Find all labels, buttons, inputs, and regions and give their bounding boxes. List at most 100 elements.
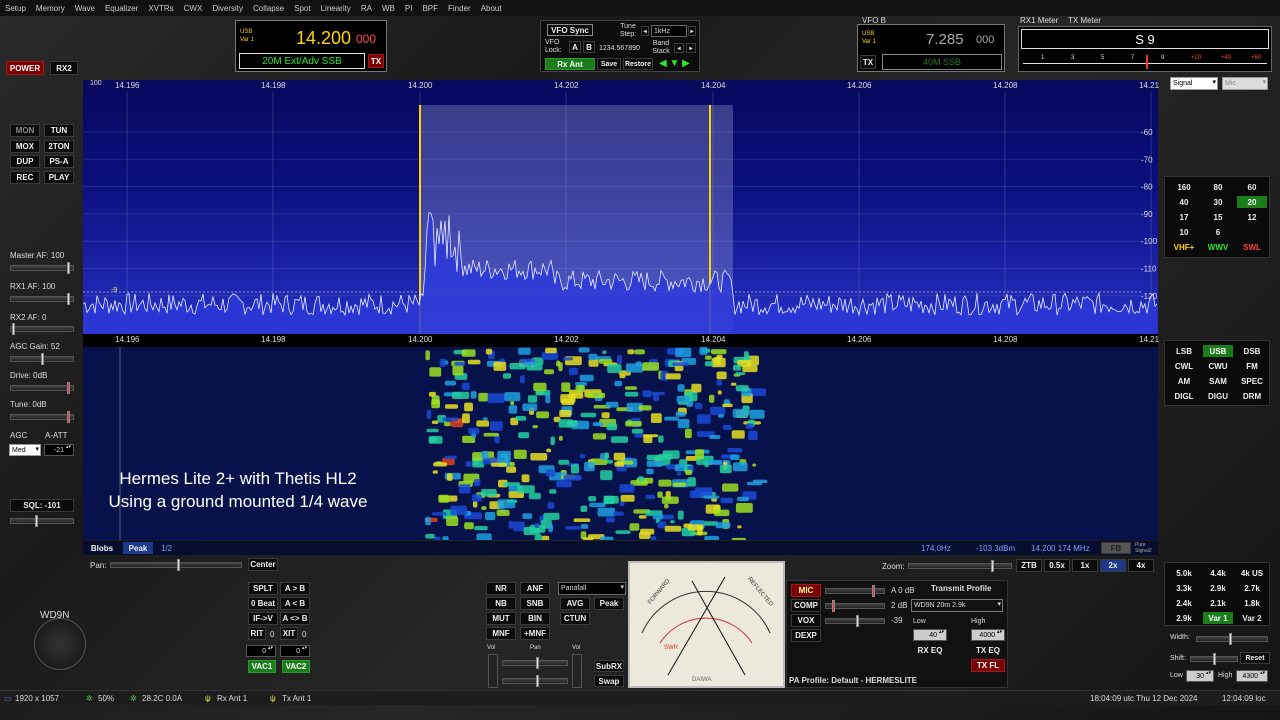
rx1-af-slider[interactable] [10, 293, 74, 305]
tun-button[interactable]: TUN [44, 124, 74, 137]
drive-slider[interactable] [10, 382, 74, 394]
mode-sam-button[interactable]: SAM [1203, 375, 1233, 387]
mode-spec-button[interactable]: SPEC [1237, 375, 1267, 387]
band-30-button[interactable]: 30 [1203, 196, 1233, 208]
mode-drm-button[interactable]: DRM [1237, 390, 1267, 402]
sql-slider[interactable] [10, 515, 74, 527]
rit-button[interactable]: RIT [248, 627, 266, 640]
save-button[interactable]: Save [597, 58, 621, 70]
menu-item-cwx[interactable]: CWX [179, 4, 208, 13]
filter-5-button[interactable]: 2.7k [1237, 582, 1267, 594]
rx2-button[interactable]: RX2 [50, 61, 78, 75]
tune-step-value[interactable]: 1kHz [651, 25, 687, 37]
vfo-lock-a-button[interactable]: A [569, 41, 581, 53]
menu-item-xvtrs[interactable]: XVTRs [143, 4, 178, 13]
zoom-2x-button[interactable]: 2x [1100, 559, 1126, 572]
pan-slider[interactable] [110, 559, 242, 571]
menu-item-collapse[interactable]: Collapse [248, 4, 289, 13]
tx-profile-select[interactable]: WD9N 20m 2.9k [911, 599, 1003, 612]
filter-0-button[interactable]: 5.0k [1169, 567, 1199, 579]
bin-button[interactable]: BIN [520, 612, 550, 625]
band-17-button[interactable]: 17 [1169, 211, 1199, 223]
subrx-button[interactable]: SubRX [594, 660, 624, 672]
rit-stepper[interactable]: 0 [246, 645, 276, 657]
master-af-slider[interactable] [10, 262, 74, 274]
split-button[interactable]: SPLT [248, 582, 278, 595]
menu-item-equalizer[interactable]: Equalizer [100, 4, 143, 13]
rx1-vol-slider[interactable] [488, 654, 498, 688]
swap-ab-button[interactable]: A <> B [280, 612, 310, 625]
mode-usb-button[interactable]: USB [1203, 345, 1233, 357]
display-mode-select[interactable]: Panafall [558, 582, 626, 595]
vox-button[interactable]: VOX [791, 614, 821, 627]
restore-button[interactable]: Restore [623, 58, 653, 70]
band-20-button[interactable]: 20 [1237, 196, 1267, 208]
shift-reset-button[interactable]: Reset [1240, 652, 1270, 664]
add-mnf-button[interactable]: +MNF [520, 627, 550, 640]
band-6-button[interactable]: 6 [1203, 226, 1233, 238]
band-stack-prev[interactable]: ◂ [674, 43, 684, 53]
mode-dsb-button[interactable]: DSB [1237, 345, 1267, 357]
band-wwv-button[interactable]: WWV [1203, 241, 1233, 253]
band-10-button[interactable]: 10 [1169, 226, 1199, 238]
menu-item-wave[interactable]: Wave [70, 4, 100, 13]
menu-item-finder[interactable]: Finder [443, 4, 476, 13]
snb-button[interactable]: SNB [520, 597, 550, 610]
fb-button[interactable]: FB [1101, 542, 1131, 554]
rx2-pan-slider[interactable] [502, 675, 568, 687]
menu-item-about[interactable]: About [476, 4, 507, 13]
vac2-button[interactable]: VAC2 [282, 660, 310, 673]
filter-8-button[interactable]: 1.8k [1237, 597, 1267, 609]
rx-pan-slider[interactable] [502, 657, 568, 669]
nav-arrows-icon[interactable]: ◀ ▼ ▶ [659, 58, 690, 69]
vfo-b-frequency[interactable]: 7.285 [926, 31, 964, 48]
filter-2-button[interactable]: 4k US [1237, 567, 1267, 579]
menu-item-pi[interactable]: PI [400, 4, 418, 13]
footer-tx-ant[interactable]: Tx Ant 1 [282, 694, 311, 703]
band-stack-next[interactable]: ▸ [686, 43, 696, 53]
vfo-sync-button[interactable]: VFO Sync [547, 24, 593, 36]
shift-slider[interactable] [1190, 653, 1238, 665]
sql-button[interactable]: SQL: -101 [10, 499, 74, 512]
panadapter[interactable]: -60 -70 -80 -90 -100 -110 -120 -9 [83, 80, 1158, 334]
tune-slider[interactable] [10, 411, 74, 423]
vac1-button[interactable]: VAC1 [248, 660, 276, 673]
peak-toggle-button[interactable]: Peak [123, 542, 153, 554]
mode-cwu-button[interactable]: CWU [1203, 360, 1233, 372]
menu-item-setup[interactable]: Setup [0, 4, 31, 13]
tx-eq-button[interactable]: TX EQ [971, 644, 1005, 657]
mute-button[interactable]: MUT [486, 612, 516, 625]
vfo-b-frequency-sub[interactable]: 000 [976, 34, 994, 46]
center-button[interactable]: Center [248, 558, 278, 571]
waterfall[interactable]: Hermes Lite 2+ with Thetis HL2 Using a g… [83, 347, 1158, 540]
width-slider[interactable] [1196, 633, 1268, 645]
rec-button[interactable]: REC [10, 170, 40, 184]
mode-digu-button[interactable]: DIGU [1203, 390, 1233, 402]
filter-high-stepper[interactable]: 4300 [1236, 670, 1268, 682]
ton2-button[interactable]: 2TON [44, 139, 74, 153]
rx2-vol-slider[interactable] [572, 654, 582, 688]
menu-item-diversity[interactable]: Diversity [207, 4, 248, 13]
filter-6-button[interactable]: 2.4k [1169, 597, 1199, 609]
filter-low-stepper[interactable]: 30 [1186, 670, 1214, 682]
tx-high-stepper[interactable]: 4000 [971, 629, 1005, 641]
tx-low-stepper[interactable]: 40 [913, 629, 947, 641]
menu-item-spot[interactable]: Spot [289, 4, 315, 13]
zoom-0-5x-button[interactable]: 0.5x [1044, 559, 1070, 572]
vfo-a-tx-button[interactable]: TX [368, 54, 384, 68]
att-value[interactable]: -21 [44, 444, 74, 456]
vfo-b-tx-button[interactable]: TX [860, 55, 876, 69]
nb-button[interactable]: NB [486, 597, 516, 610]
mnf-button[interactable]: MNF [486, 627, 516, 640]
mode-digl-button[interactable]: DIGL [1169, 390, 1199, 402]
nr-button[interactable]: NR [486, 582, 516, 595]
footer-rx-ant[interactable]: Rx Ant 1 [217, 694, 247, 703]
band-60-button[interactable]: 60 [1237, 181, 1267, 193]
filter-4-button[interactable]: 2.9k [1203, 582, 1233, 594]
filter-11-button[interactable]: Var 2 [1237, 612, 1267, 624]
rx-ant-button[interactable]: Rx Ant [545, 58, 595, 70]
band-12-button[interactable]: 12 [1237, 211, 1267, 223]
vox-slider[interactable] [825, 615, 885, 627]
mode-am-button[interactable]: AM [1169, 375, 1199, 387]
peak-button[interactable]: Peak [594, 597, 624, 610]
